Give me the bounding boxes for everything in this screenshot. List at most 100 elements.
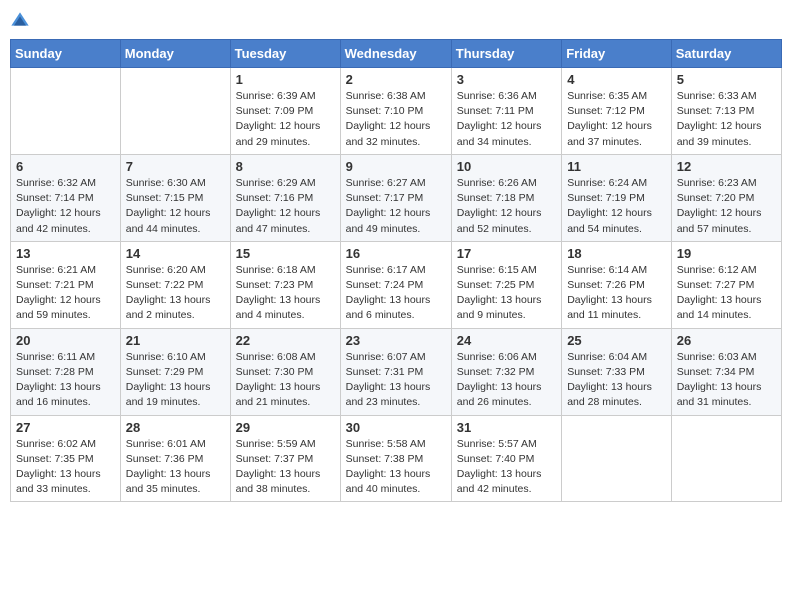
calendar-cell: 7Sunrise: 6:30 AM Sunset: 7:15 PM Daylig… — [120, 154, 230, 241]
day-info: Sunrise: 6:06 AM Sunset: 7:32 PM Dayligh… — [457, 350, 556, 411]
calendar-cell: 29 Sunrise: 5:59 AM Sunset: 7:37 PM Dayli… — [230, 415, 340, 502]
day-number: 1 — [236, 72, 335, 87]
day-info: Sunrise: 5:58 AM Sunset: 7:38 PM Dayligh… — [346, 437, 446, 498]
calendar-cell — [120, 68, 230, 155]
calendar-cell: 28 Sunrise: 6:01 AM Sunset: 7:36 PM Dayli… — [120, 415, 230, 502]
day-number: 9 — [346, 159, 446, 174]
day-info: Sunrise: 6:24 AM Sunset: 7:19 PM Dayligh… — [567, 176, 666, 237]
calendar-cell: 15 Sunrise: 6:18 AM Sunset: 7:23 PM Dayli… — [230, 241, 340, 328]
day-header-row: SundayMondayTuesdayWednesdayThursdayFrid… — [11, 40, 782, 68]
calendar-cell — [562, 415, 672, 502]
day-info: Sunrise: 6:14 AM Sunset: 7:26 PM Dayligh… — [567, 263, 666, 324]
day-info: Sunrise: 6:11 AM Sunset: 7:28 PM Dayligh… — [16, 350, 115, 411]
calendar-cell: 11 Sunrise: 6:24 AM Sunset: 7:19 PM Dayli… — [562, 154, 672, 241]
day-info: Sunrise: 6:08 AM Sunset: 7:30 PM Dayligh… — [236, 350, 335, 411]
day-info: Sunrise: 6:02 AM Sunset: 7:35 PM Dayligh… — [16, 437, 115, 498]
calendar-cell: 5 Sunrise: 6:33 AM Sunset: 7:13 PM Daylig… — [671, 68, 781, 155]
calendar-cell: 17 Sunrise: 6:15 AM Sunset: 7:25 PM Dayli… — [451, 241, 561, 328]
day-number: 15 — [236, 246, 335, 261]
day-of-week-header: Thursday — [451, 40, 561, 68]
day-number: 14 — [126, 246, 225, 261]
day-number: 28 — [126, 420, 225, 435]
calendar-week-row: 13Sunrise: 6:21 AM Sunset: 7:21 PM Dayli… — [11, 241, 782, 328]
calendar-cell: 19Sunrise: 6:12 AM Sunset: 7:27 PM Dayli… — [671, 241, 781, 328]
logo-icon — [10, 11, 30, 31]
calendar-cell: 26Sunrise: 6:03 AM Sunset: 7:34 PM Dayli… — [671, 328, 781, 415]
day-number: 5 — [677, 72, 776, 87]
calendar-week-row: 1 Sunrise: 6:39 AM Sunset: 7:09 PM Daylig… — [11, 68, 782, 155]
day-info: Sunrise: 6:15 AM Sunset: 7:25 PM Dayligh… — [457, 263, 556, 324]
day-number: 23 — [346, 333, 446, 348]
calendar-cell: 3 Sunrise: 6:36 AM Sunset: 7:11 PM Daylig… — [451, 68, 561, 155]
calendar-week-row: 20 Sunrise: 6:11 AM Sunset: 7:28 PM Dayli… — [11, 328, 782, 415]
day-number: 30 — [346, 420, 446, 435]
day-info: Sunrise: 5:57 AM Sunset: 7:40 PM Dayligh… — [457, 437, 556, 498]
calendar-cell: 27Sunrise: 6:02 AM Sunset: 7:35 PM Dayli… — [11, 415, 121, 502]
day-number: 4 — [567, 72, 666, 87]
calendar-cell: 25Sunrise: 6:04 AM Sunset: 7:33 PM Dayli… — [562, 328, 672, 415]
day-number: 17 — [457, 246, 556, 261]
calendar-cell: 31 Sunrise: 5:57 AM Sunset: 7:40 PM Dayli… — [451, 415, 561, 502]
day-of-week-header: Wednesday — [340, 40, 451, 68]
logo — [10, 10, 34, 31]
day-number: 31 — [457, 420, 556, 435]
day-info: Sunrise: 6:10 AM Sunset: 7:29 PM Dayligh… — [126, 350, 225, 411]
calendar-cell: 18 Sunrise: 6:14 AM Sunset: 7:26 PM Dayli… — [562, 241, 672, 328]
calendar-week-row: 27Sunrise: 6:02 AM Sunset: 7:35 PM Dayli… — [11, 415, 782, 502]
day-info: Sunrise: 6:29 AM Sunset: 7:16 PM Dayligh… — [236, 176, 335, 237]
day-number: 22 — [236, 333, 335, 348]
day-number: 7 — [126, 159, 225, 174]
calendar-cell: 23 Sunrise: 6:07 AM Sunset: 7:31 PM Dayli… — [340, 328, 451, 415]
day-number: 24 — [457, 333, 556, 348]
day-info: Sunrise: 6:18 AM Sunset: 7:23 PM Dayligh… — [236, 263, 335, 324]
calendar-cell: 4 Sunrise: 6:35 AM Sunset: 7:12 PM Daylig… — [562, 68, 672, 155]
calendar-cell: 12Sunrise: 6:23 AM Sunset: 7:20 PM Dayli… — [671, 154, 781, 241]
day-of-week-header: Friday — [562, 40, 672, 68]
day-info: Sunrise: 6:26 AM Sunset: 7:18 PM Dayligh… — [457, 176, 556, 237]
day-of-week-header: Tuesday — [230, 40, 340, 68]
day-number: 29 — [236, 420, 335, 435]
day-number: 8 — [236, 159, 335, 174]
calendar-body: 1 Sunrise: 6:39 AM Sunset: 7:09 PM Daylig… — [11, 68, 782, 502]
calendar-cell: 16 Sunrise: 6:17 AM Sunset: 7:24 PM Dayli… — [340, 241, 451, 328]
calendar-table: SundayMondayTuesdayWednesdayThursdayFrid… — [10, 39, 782, 502]
calendar-cell: 9 Sunrise: 6:27 AM Sunset: 7:17 PM Daylig… — [340, 154, 451, 241]
day-number: 3 — [457, 72, 556, 87]
day-number: 21 — [126, 333, 225, 348]
day-info: Sunrise: 5:59 AM Sunset: 7:37 PM Dayligh… — [236, 437, 335, 498]
day-of-week-header: Saturday — [671, 40, 781, 68]
day-info: Sunrise: 6:12 AM Sunset: 7:27 PM Dayligh… — [677, 263, 776, 324]
day-info: Sunrise: 6:21 AM Sunset: 7:21 PM Dayligh… — [16, 263, 115, 324]
calendar-week-row: 6 Sunrise: 6:32 AM Sunset: 7:14 PM Daylig… — [11, 154, 782, 241]
calendar-cell: 10 Sunrise: 6:26 AM Sunset: 7:18 PM Dayli… — [451, 154, 561, 241]
calendar-cell: 20 Sunrise: 6:11 AM Sunset: 7:28 PM Dayli… — [11, 328, 121, 415]
day-of-week-header: Monday — [120, 40, 230, 68]
calendar-cell: 14Sunrise: 6:20 AM Sunset: 7:22 PM Dayli… — [120, 241, 230, 328]
calendar-cell: 6 Sunrise: 6:32 AM Sunset: 7:14 PM Daylig… — [11, 154, 121, 241]
calendar-cell: 22 Sunrise: 6:08 AM Sunset: 7:30 PM Dayli… — [230, 328, 340, 415]
calendar-cell: 30 Sunrise: 5:58 AM Sunset: 7:38 PM Dayli… — [340, 415, 451, 502]
day-info: Sunrise: 6:01 AM Sunset: 7:36 PM Dayligh… — [126, 437, 225, 498]
day-info: Sunrise: 6:39 AM Sunset: 7:09 PM Dayligh… — [236, 89, 335, 150]
day-number: 26 — [677, 333, 776, 348]
calendar-cell — [11, 68, 121, 155]
day-info: Sunrise: 6:36 AM Sunset: 7:11 PM Dayligh… — [457, 89, 556, 150]
day-number: 18 — [567, 246, 666, 261]
day-info: Sunrise: 6:35 AM Sunset: 7:12 PM Dayligh… — [567, 89, 666, 150]
day-number: 10 — [457, 159, 556, 174]
day-of-week-header: Sunday — [11, 40, 121, 68]
day-number: 6 — [16, 159, 115, 174]
day-number: 12 — [677, 159, 776, 174]
day-info: Sunrise: 6:17 AM Sunset: 7:24 PM Dayligh… — [346, 263, 446, 324]
calendar-cell: 2Sunrise: 6:38 AM Sunset: 7:10 PM Daylig… — [340, 68, 451, 155]
day-info: Sunrise: 6:33 AM Sunset: 7:13 PM Dayligh… — [677, 89, 776, 150]
day-number: 11 — [567, 159, 666, 174]
calendar-cell: 8 Sunrise: 6:29 AM Sunset: 7:16 PM Daylig… — [230, 154, 340, 241]
day-info: Sunrise: 6:27 AM Sunset: 7:17 PM Dayligh… — [346, 176, 446, 237]
calendar-cell: 24 Sunrise: 6:06 AM Sunset: 7:32 PM Dayli… — [451, 328, 561, 415]
day-info: Sunrise: 6:32 AM Sunset: 7:14 PM Dayligh… — [16, 176, 115, 237]
day-info: Sunrise: 6:07 AM Sunset: 7:31 PM Dayligh… — [346, 350, 446, 411]
page-header — [10, 10, 782, 31]
day-number: 16 — [346, 246, 446, 261]
day-number: 20 — [16, 333, 115, 348]
